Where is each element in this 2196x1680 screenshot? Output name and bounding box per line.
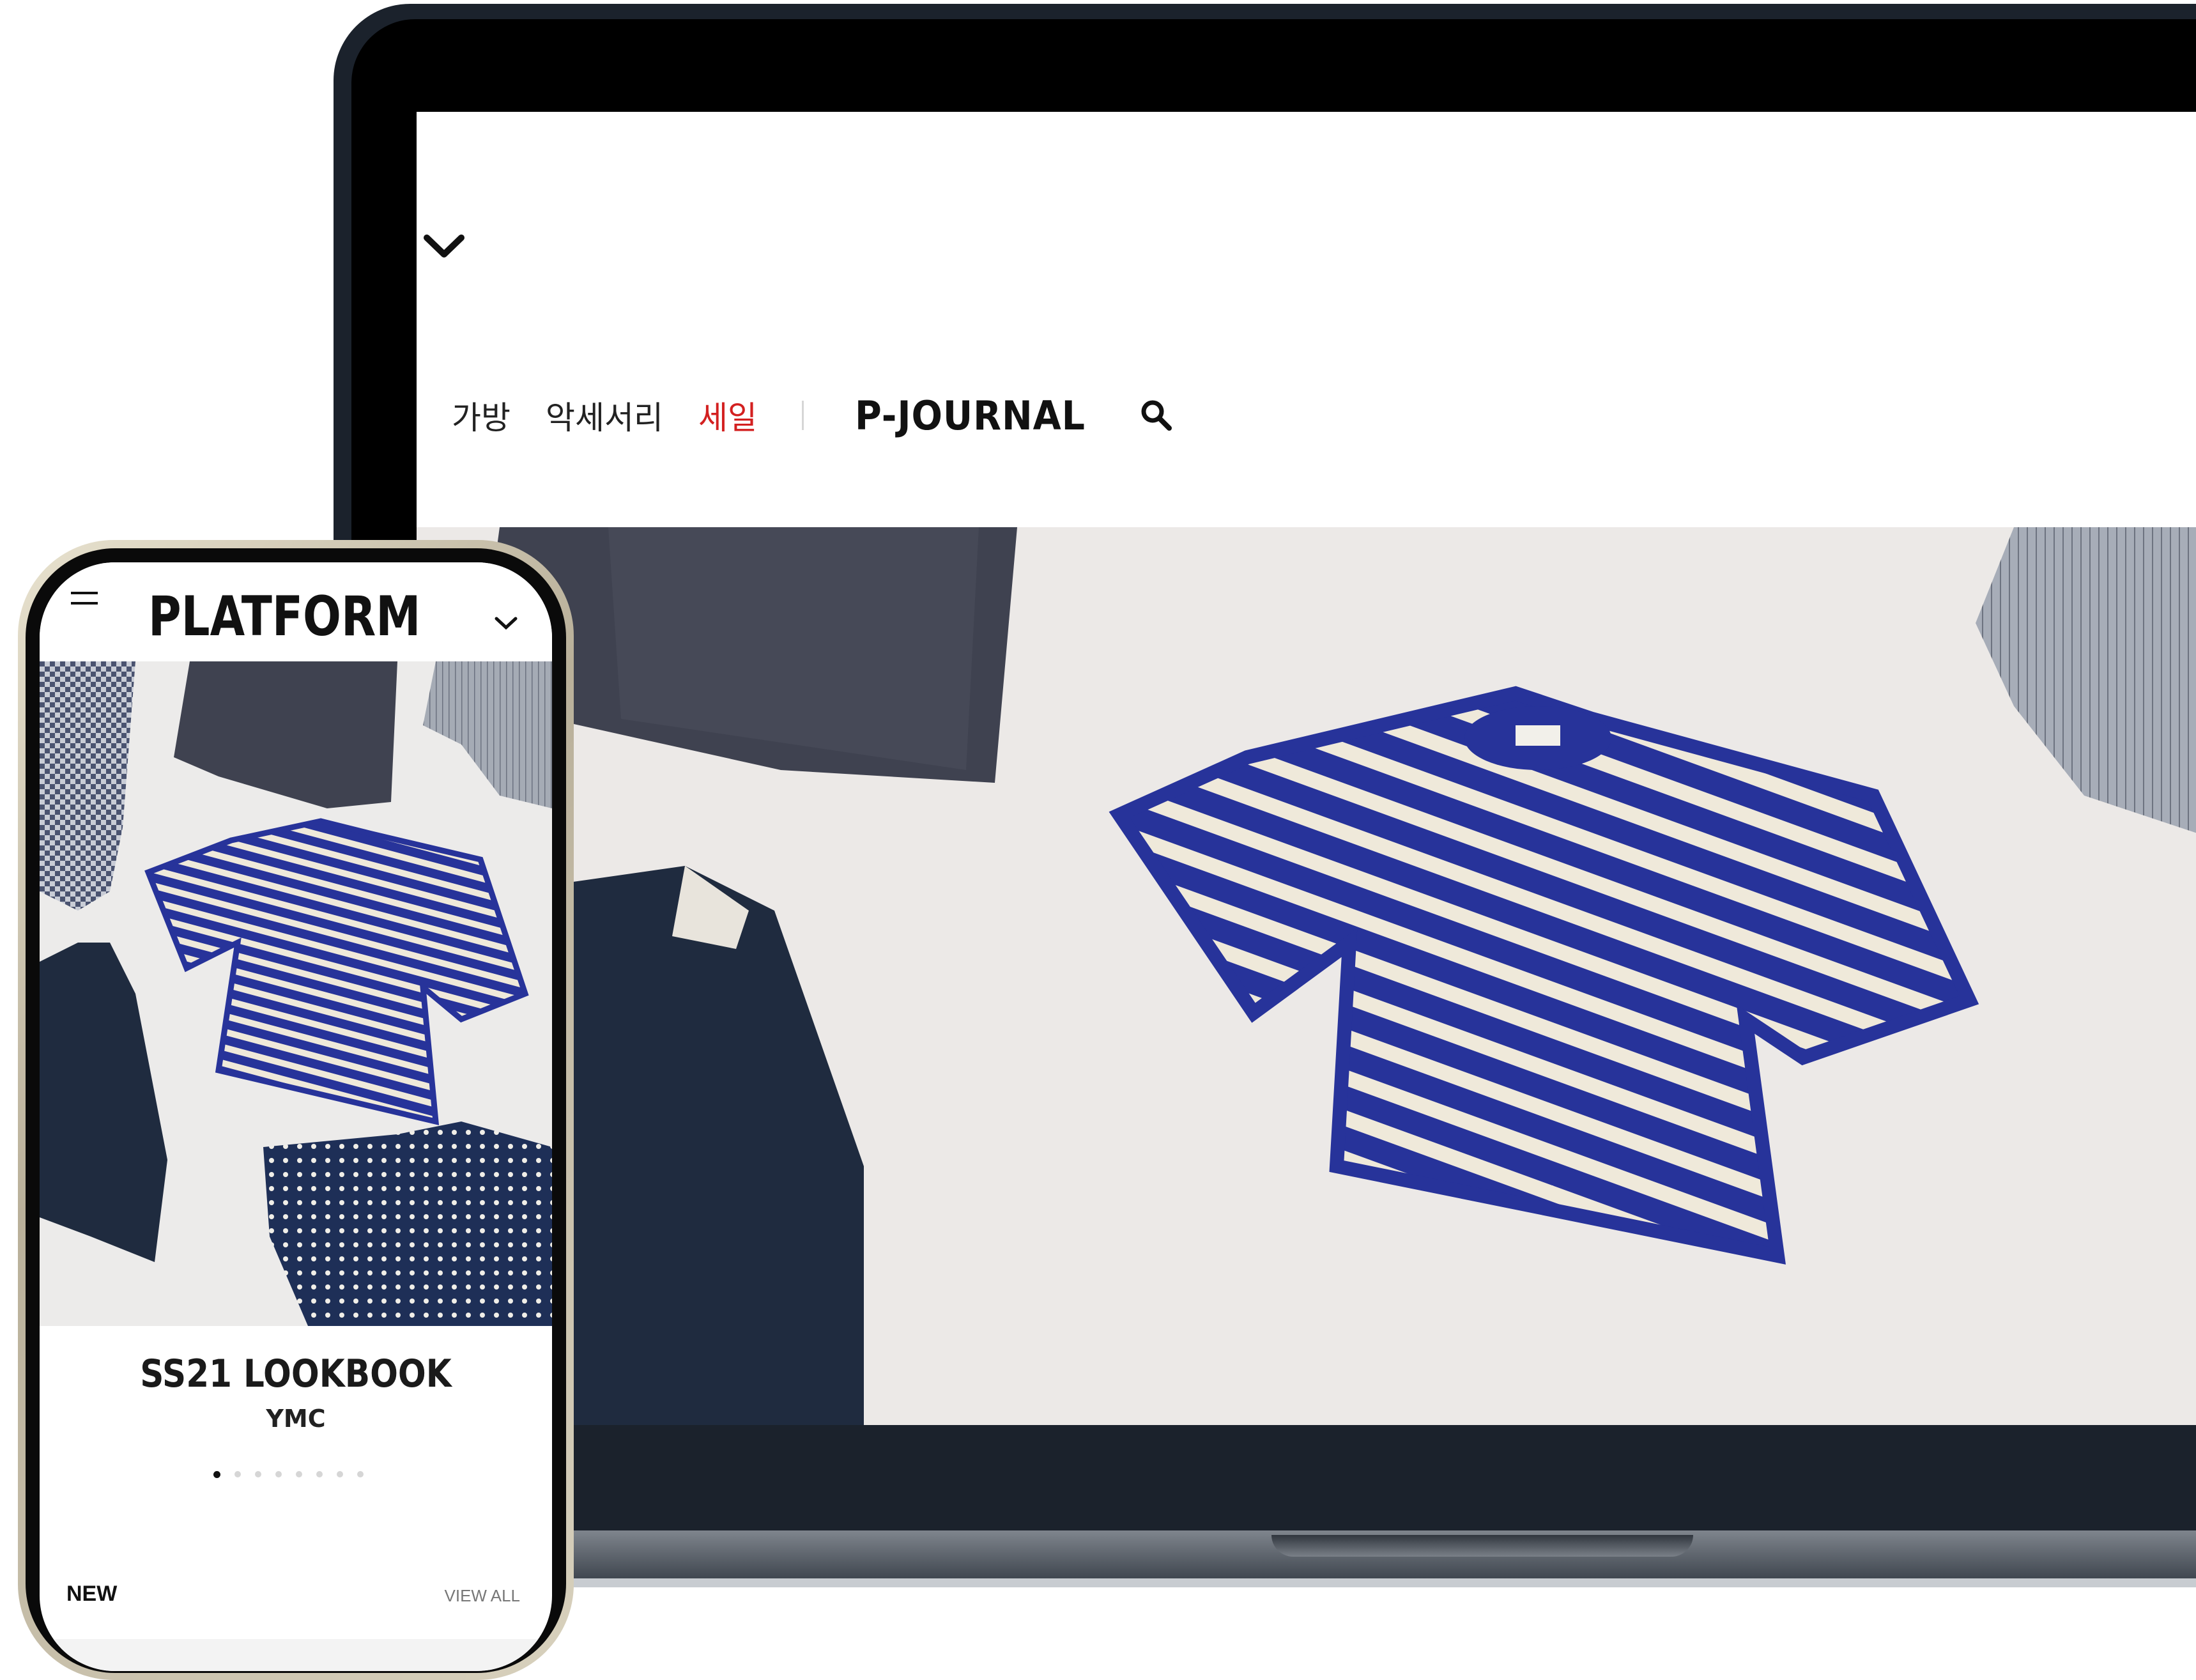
chevron-down-icon[interactable]	[493, 613, 519, 633]
carousel-dot[interactable]	[255, 1471, 261, 1477]
menu-icon[interactable]	[68, 589, 100, 608]
carousel-dot[interactable]	[275, 1471, 282, 1477]
carousel-dot[interactable]	[337, 1471, 343, 1477]
phone-screen: PLATFORM SS21 LOOKBOOK YMC NEW VIEW ALL	[40, 562, 552, 1671]
carousel-dot[interactable]	[316, 1471, 323, 1477]
lookbook-clothing-photo	[40, 661, 552, 1326]
tshirt-tag	[1516, 725, 1560, 746]
jacket-tag	[672, 866, 749, 949]
brand-logo[interactable]: PLATFORM	[148, 585, 420, 649]
laptop-base-edge	[415, 1578, 2196, 1587]
carousel-dot[interactable]	[234, 1471, 241, 1477]
section-title-new: NEW	[66, 1582, 118, 1606]
nav-divider	[802, 401, 804, 430]
view-all-link[interactable]: VIEW ALL	[445, 1586, 521, 1606]
chevron-down-icon[interactable]	[422, 230, 466, 262]
desktop-screen: 가방 악세서리 세일 P-JOURNAL	[417, 112, 2196, 1425]
hero-banner-image[interactable]	[417, 527, 2196, 1425]
laptop-notch	[1271, 1535, 1693, 1557]
lookbook-brand: YMC	[266, 1405, 326, 1433]
phone-header: PLATFORM	[40, 562, 552, 661]
lookbook-banner-image[interactable]	[40, 661, 552, 1326]
phone-bottom-area	[40, 1639, 552, 1671]
carousel-dot[interactable]	[357, 1471, 364, 1477]
carousel-pagination	[213, 1467, 418, 1482]
search-icon[interactable]	[1137, 396, 1176, 435]
nav-item-sale[interactable]: 세일	[698, 392, 757, 438]
lookbook-title[interactable]: SS21 LOOKBOOK	[75, 1352, 516, 1396]
nav-item-journal[interactable]: P-JOURNAL	[855, 392, 1086, 439]
carousel-dot[interactable]	[296, 1471, 302, 1477]
nav-item-accessories[interactable]: 악세서리	[546, 392, 663, 438]
nav-item-bags[interactable]: 가방	[452, 392, 511, 438]
desktop-nav: 가방 악세서리 세일 P-JOURNAL	[417, 367, 2196, 463]
carousel-dot[interactable]	[213, 1470, 220, 1478]
hero-clothing-photo	[480, 527, 2196, 1425]
